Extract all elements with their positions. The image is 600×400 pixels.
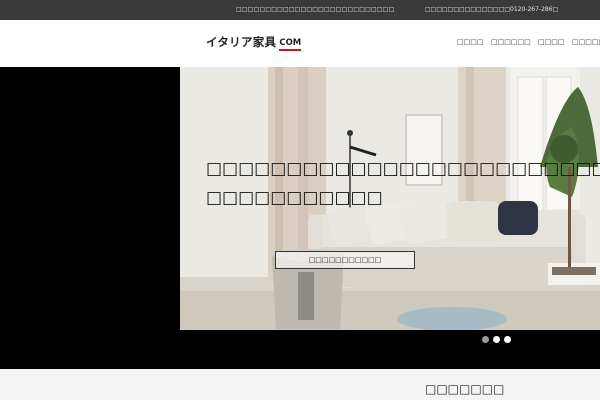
slide-dot-3[interactable] xyxy=(504,336,511,343)
hero-title: □□□□□□□□□□□□□□□□□□□□□□□□□□□□□ □□□□□□□□□□… xyxy=(206,155,600,213)
hero-cta-button[interactable]: □□□□□□□□□□□ xyxy=(275,251,415,269)
slide-dot-1[interactable] xyxy=(482,336,489,343)
slider-pagination xyxy=(482,336,511,343)
section-heading: □□□□□□□ xyxy=(425,382,505,396)
site-header: イタリア家具 COM □□□□ □□□□□□ □□□□ □□□□□ xyxy=(0,20,600,67)
hero-slider[interactable]: □□□□□□□□□□□□□□□□□□□□□ □□□□□□□□ □□□ □□□□□□□… xyxy=(0,67,600,369)
slide-dot-2[interactable] xyxy=(493,336,500,343)
logo-suffix: COM xyxy=(279,38,302,51)
site-logo[interactable]: イタリア家具 COM xyxy=(206,34,302,51)
content-section: □□□□□□□ xyxy=(0,369,600,400)
top-bar: □□□□□□□□□□□□□□□□□□□□□□□□□□□ □□□□□□□□□□□□… xyxy=(0,0,600,20)
hero-title-line-2: □□□□□□□□□□□ xyxy=(206,188,383,208)
logo-text: イタリア家具 xyxy=(206,35,277,49)
phone-number[interactable]: □□□□□□□□□□□□□□□0120-267-286□ xyxy=(425,6,558,13)
nav-item-1[interactable]: □□□□ xyxy=(457,38,483,46)
nav-item-3[interactable]: □□□□ xyxy=(538,38,564,46)
nav-item-2[interactable]: □□□□□□ xyxy=(491,38,531,46)
top-notice: □□□□□□□□□□□□□□□□□□□□□□□□□□□ xyxy=(236,6,395,13)
hero-title-line-1: □□□□□□□□□□□□□□□□□□□□□□□□□□□□□ xyxy=(206,159,600,179)
nav-item-4[interactable]: □□□□□ xyxy=(572,38,600,46)
